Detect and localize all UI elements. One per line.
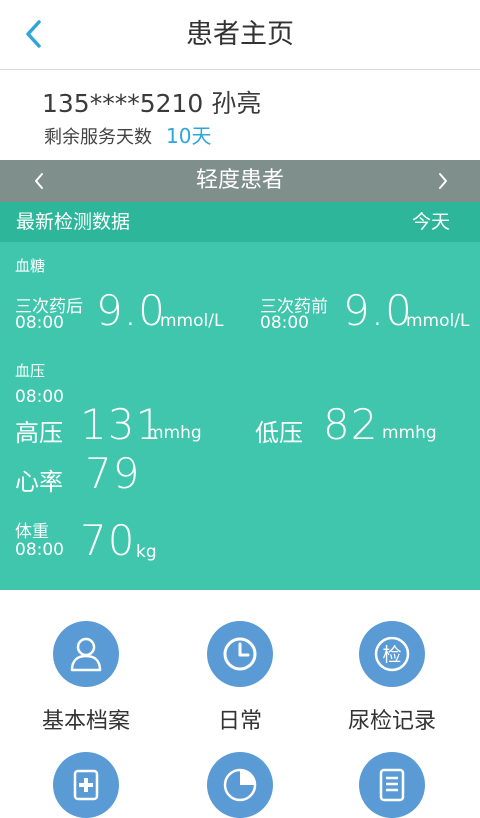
blood-sugar-label: 血糖 xyxy=(15,257,46,275)
low-pressure-value: 82 xyxy=(323,400,379,449)
weight-value: 70 xyxy=(80,516,136,565)
latest-data-panel: 血糖 三次药后 08:00 9.0 mmol/L 三次药前 08:00 9.0 … xyxy=(0,242,480,590)
remaining-service: 剩余服务天数 10天 xyxy=(44,120,211,149)
menu-item-basic-profile[interactable]: 基本档案 xyxy=(11,621,161,735)
remaining-days-label: 剩余服务天数 xyxy=(44,127,152,148)
level-next-button[interactable] xyxy=(426,164,460,198)
check-icon: 检 xyxy=(374,636,410,672)
patient-info: 135****5210 孙亮 剩余服务天数 10天 xyxy=(0,70,480,160)
chevron-right-icon xyxy=(439,173,447,189)
low-pressure-label: 低压 xyxy=(255,419,303,447)
patient-name: 孙亮 xyxy=(211,89,262,118)
back-button[interactable] xyxy=(14,14,54,54)
sugar-after-time: 08:00 xyxy=(15,313,64,333)
menu-grid: 基本档案 日常 检 尿检记录 xyxy=(0,590,480,818)
pie-chart-icon xyxy=(223,768,257,802)
weight-time: 08:00 xyxy=(15,540,64,560)
sugar-after-value: 9.0 xyxy=(96,286,166,335)
patient-identity: 135****5210 孙亮 xyxy=(42,84,261,120)
sugar-before-time: 08:00 xyxy=(260,313,309,333)
level-prev-button[interactable] xyxy=(22,164,56,198)
latest-data-header: 最新检测数据 今天 xyxy=(0,202,480,242)
patient-level-bar: 轻度患者 xyxy=(0,160,480,202)
high-pressure-label: 高压 xyxy=(15,419,63,447)
heart-rate-value: 79 xyxy=(85,449,141,498)
sugar-before-unit: mmol/L xyxy=(406,311,470,331)
document-list-icon xyxy=(379,768,405,802)
chevron-left-icon xyxy=(35,173,43,189)
clock-icon xyxy=(223,637,257,671)
check-icon-glyph: 检 xyxy=(382,644,401,666)
menu-item-statistics[interactable] xyxy=(165,752,315,818)
menu-item-daily[interactable]: 日常 xyxy=(165,621,315,735)
app-header: 患者主页 xyxy=(0,0,480,70)
patient-phone: 135****5210 xyxy=(42,89,204,118)
menu-item-medical[interactable] xyxy=(11,752,161,818)
latest-data-title: 最新检测数据 xyxy=(16,211,131,233)
medical-kit-icon xyxy=(73,769,99,801)
menu-label-urine-test: 尿检记录 xyxy=(347,709,436,734)
menu-label-basic-profile: 基本档案 xyxy=(41,709,130,734)
remaining-days-value: 10天 xyxy=(166,124,212,148)
low-pressure-unit: mmhg xyxy=(382,423,437,443)
person-icon xyxy=(70,637,102,672)
heart-rate-label: 心率 xyxy=(15,468,63,496)
blood-pressure-label: 血压 xyxy=(15,362,46,380)
high-pressure-unit: mmhg xyxy=(147,423,202,443)
page-title: 患者主页 xyxy=(186,19,294,50)
menu-label-daily: 日常 xyxy=(217,709,262,734)
latest-data-date[interactable]: 今天 xyxy=(412,202,450,242)
sugar-after-unit: mmol/L xyxy=(160,311,224,331)
weight-label: 体重 xyxy=(15,522,49,542)
sugar-before-value: 9.0 xyxy=(343,286,413,335)
blood-pressure-time: 08:00 xyxy=(15,387,64,407)
patient-level-title: 轻度患者 xyxy=(195,168,284,193)
menu-item-records[interactable] xyxy=(317,752,467,818)
chevron-left-icon xyxy=(26,20,41,48)
menu-item-urine-test[interactable]: 检 尿检记录 xyxy=(317,621,467,735)
weight-unit: kg xyxy=(136,542,157,562)
